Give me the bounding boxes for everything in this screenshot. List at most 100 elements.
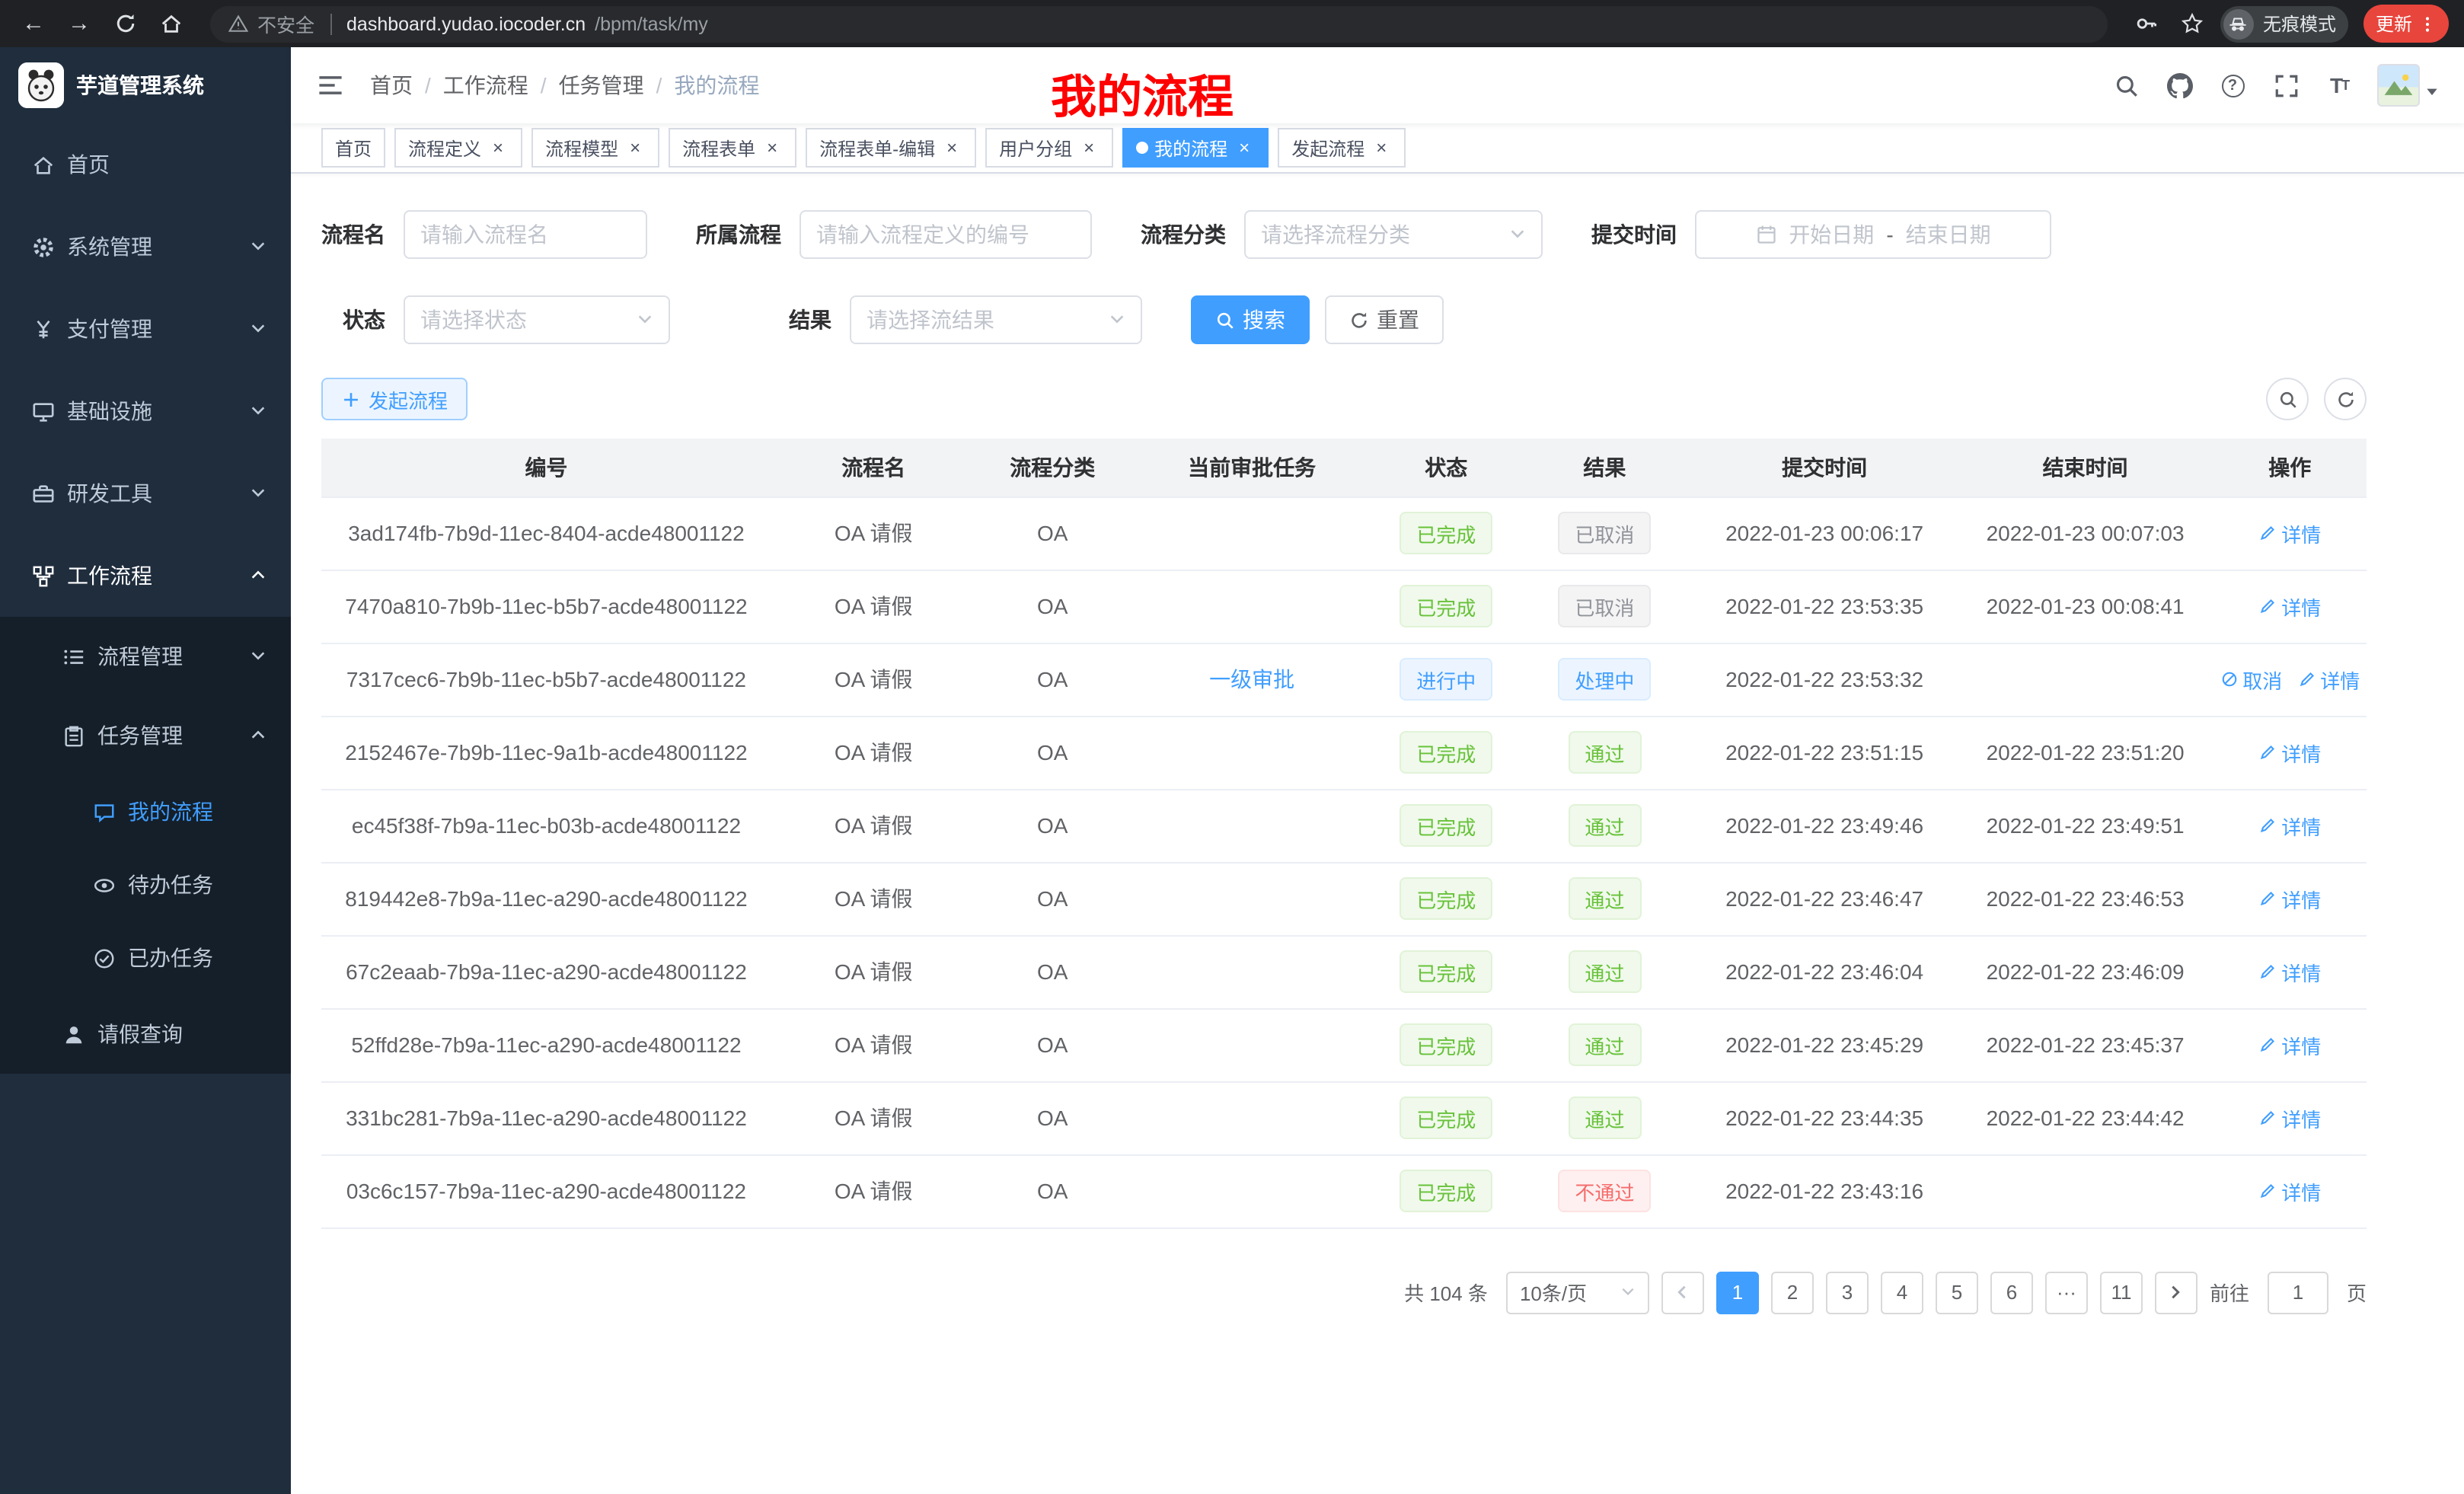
tab-process-form-edit[interactable]: 流程表单-编辑 bbox=[806, 128, 976, 168]
help-icon[interactable]: ? bbox=[2217, 70, 2248, 101]
tab-process-model[interactable]: 流程模型 bbox=[531, 128, 659, 168]
sidebar-item-task-management[interactable]: 任务管理 bbox=[0, 696, 291, 775]
start-date[interactable]: 开始日期 bbox=[1789, 219, 1874, 250]
page-button[interactable]: 11 bbox=[2100, 1271, 2143, 1314]
incognito-badge: 无痕模式 bbox=[2220, 5, 2348, 42]
security-label: 不安全 bbox=[257, 9, 314, 38]
edit-icon bbox=[2258, 743, 2277, 761]
sidebar-item-home[interactable]: 首页 bbox=[0, 123, 291, 206]
logo[interactable]: 芋道管理系统 bbox=[0, 47, 291, 123]
tab-initiate-process[interactable]: 发起流程 bbox=[1278, 128, 1406, 168]
github-icon[interactable] bbox=[2164, 70, 2194, 101]
initiate-process-button[interactable]: 发起流程 bbox=[321, 378, 468, 420]
home-icon[interactable] bbox=[152, 5, 189, 42]
sidebar-item-leave-query[interactable]: 请假查询 bbox=[0, 994, 291, 1074]
close-icon[interactable] bbox=[1371, 137, 1392, 158]
page-button[interactable]: 4 bbox=[1881, 1271, 1923, 1314]
user-icon bbox=[61, 1022, 85, 1046]
process-definition-input[interactable] bbox=[816, 222, 1075, 247]
approval-task-link[interactable]: 一级审批 bbox=[1209, 667, 1294, 691]
user-menu[interactable] bbox=[2377, 64, 2440, 107]
page-button[interactable]: 1 bbox=[1716, 1271, 1759, 1314]
more-vertical-icon bbox=[2418, 14, 2437, 33]
cancel-link[interactable]: 取消 bbox=[2220, 665, 2282, 694]
workflow-icon bbox=[30, 563, 55, 588]
tab-user-group[interactable]: 用户分组 bbox=[985, 128, 1113, 168]
tab-process-definition[interactable]: 流程定义 bbox=[394, 128, 522, 168]
result-select[interactable]: 请选择流结果 bbox=[850, 295, 1142, 344]
sidebar-item-process-management[interactable]: 流程管理 bbox=[0, 617, 291, 696]
detail-link[interactable]: 详情 bbox=[2258, 1030, 2321, 1059]
detail-link[interactable]: 详情 bbox=[2258, 1103, 2321, 1132]
close-icon[interactable] bbox=[487, 137, 509, 158]
date-range-picker[interactable]: 开始日期 - 结束日期 bbox=[1695, 210, 2051, 259]
tab-home[interactable]: 首页 bbox=[321, 128, 385, 168]
page-size-select[interactable]: 10条/页 bbox=[1506, 1271, 1649, 1314]
page-button[interactable]: 3 bbox=[1826, 1271, 1869, 1314]
table-row: ec45f38f-7b9a-11ec-b03b-acde48001122 OA … bbox=[321, 789, 2367, 862]
address-bar[interactable]: 不安全 dashboard.yudao.iocoder.cn/bpm/task/… bbox=[210, 5, 2108, 42]
result-tag: 通过 bbox=[1568, 877, 1641, 920]
detail-link[interactable]: 详情 bbox=[2258, 738, 2321, 767]
hamburger-icon[interactable] bbox=[315, 70, 346, 101]
fullscreen-icon[interactable] bbox=[2271, 70, 2301, 101]
reload-icon[interactable] bbox=[107, 5, 143, 42]
result-tag: 已取消 bbox=[1558, 585, 1651, 627]
sidebar-item-todo-tasks[interactable]: 待办任务 bbox=[0, 848, 291, 921]
search-toggle-button[interactable] bbox=[2266, 378, 2309, 420]
key-icon[interactable] bbox=[2129, 5, 2166, 42]
end-date[interactable]: 结束日期 bbox=[1906, 219, 1991, 250]
edit-icon bbox=[2297, 670, 2316, 688]
process-table: 编号 流程名 流程分类 当前审批任务 状态 结果 提交时间 结束时间 操作 bbox=[321, 439, 2367, 1228]
refresh-button[interactable] bbox=[2324, 378, 2367, 420]
status-select[interactable]: 请选择状态 bbox=[404, 295, 670, 344]
prev-page-button[interactable] bbox=[1661, 1271, 1704, 1314]
detail-link[interactable]: 详情 bbox=[2258, 592, 2321, 621]
sidebar-item-dev-tools[interactable]: 研发工具 bbox=[0, 452, 291, 535]
star-icon[interactable] bbox=[2175, 5, 2211, 42]
filter-category: 流程分类 请选择流程分类 bbox=[1141, 210, 1543, 259]
tab-process-form[interactable]: 流程表单 bbox=[669, 128, 796, 168]
breadcrumb-item[interactable]: 任务管理 bbox=[559, 70, 644, 101]
close-icon[interactable] bbox=[941, 137, 962, 158]
next-page-button[interactable] bbox=[2155, 1271, 2197, 1314]
navbar-actions: ? TT bbox=[2111, 64, 2440, 107]
tab-my-process[interactable]: 我的流程 bbox=[1122, 128, 1269, 168]
breadcrumb-item[interactable]: 工作流程 bbox=[443, 70, 528, 101]
table-tools bbox=[2266, 378, 2367, 420]
detail-link[interactable]: 详情 bbox=[2258, 884, 2321, 913]
forward-icon[interactable]: → bbox=[61, 5, 97, 42]
chevron-down-icon bbox=[250, 317, 267, 341]
detail-link[interactable]: 详情 bbox=[2258, 811, 2321, 840]
filter-row-2: 状态 请选择状态 结果 请选择流结果 bbox=[321, 295, 2367, 344]
close-icon[interactable] bbox=[1078, 137, 1100, 158]
more-pages-button[interactable]: ··· bbox=[2045, 1271, 2088, 1314]
warning-icon bbox=[228, 14, 248, 34]
breadcrumb-item[interactable]: 首页 bbox=[370, 70, 413, 101]
sidebar-item-infrastructure[interactable]: 基础设施 bbox=[0, 370, 291, 452]
category-select[interactable]: 请选择流程分类 bbox=[1244, 210, 1543, 259]
process-name-input[interactable] bbox=[420, 222, 630, 247]
sidebar-item-system-management[interactable]: 系统管理 bbox=[0, 206, 291, 288]
reset-button[interactable]: 重置 bbox=[1325, 295, 1444, 344]
detail-link[interactable]: 详情 bbox=[2258, 1176, 2321, 1205]
page-button[interactable]: 6 bbox=[1990, 1271, 2033, 1314]
page-button[interactable]: 2 bbox=[1771, 1271, 1814, 1314]
sidebar-item-payment-management[interactable]: 支付管理 bbox=[0, 288, 291, 370]
search-icon[interactable] bbox=[2111, 70, 2141, 101]
sidebar-item-workflow[interactable]: 工作流程 bbox=[0, 535, 291, 617]
update-button[interactable]: 更新 bbox=[2363, 5, 2449, 43]
search-button[interactable]: 搜索 bbox=[1191, 295, 1310, 344]
back-icon[interactable]: ← bbox=[15, 5, 52, 42]
font-size-icon[interactable]: TT bbox=[2324, 70, 2354, 101]
close-icon[interactable] bbox=[761, 137, 783, 158]
detail-link[interactable]: 详情 bbox=[2258, 957, 2321, 986]
close-icon[interactable] bbox=[1234, 137, 1255, 158]
page-jump-input[interactable] bbox=[2268, 1271, 2328, 1314]
page-button[interactable]: 5 bbox=[1936, 1271, 1978, 1314]
detail-link[interactable]: 详情 bbox=[2297, 665, 2360, 694]
sidebar-item-my-process[interactable]: 我的流程 bbox=[0, 775, 291, 848]
close-icon[interactable] bbox=[624, 137, 646, 158]
detail-link[interactable]: 详情 bbox=[2258, 519, 2321, 547]
sidebar-item-done-tasks[interactable]: 已办任务 bbox=[0, 921, 291, 994]
